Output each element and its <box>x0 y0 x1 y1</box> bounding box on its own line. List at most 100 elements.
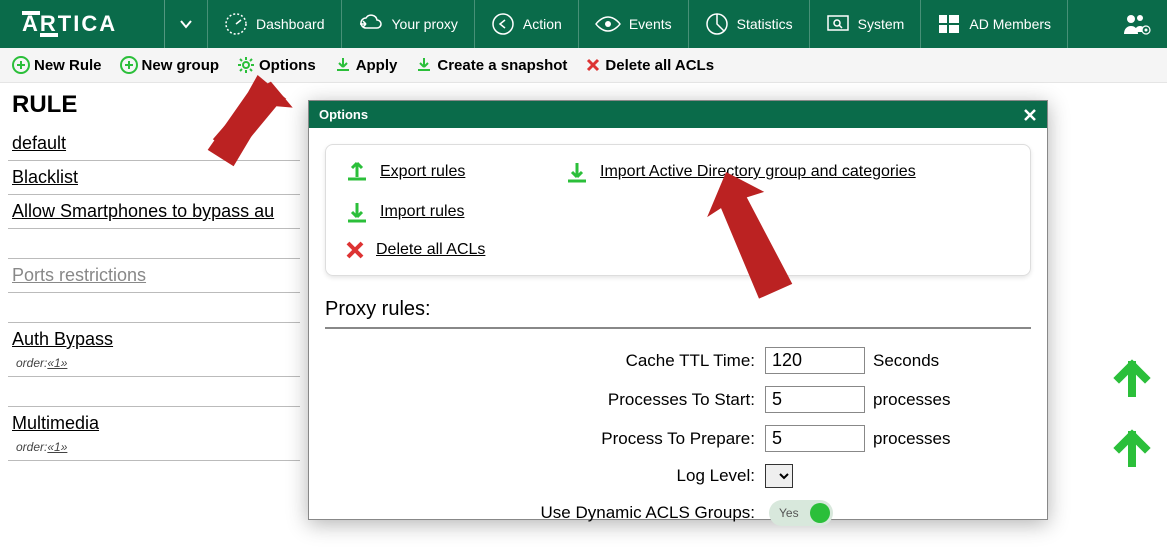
multimedia-link[interactable]: Multimedia <box>8 407 300 440</box>
cache-ttl-label: Cache TTL Time: <box>325 351 765 371</box>
cache-ttl-unit: Seconds <box>873 351 939 371</box>
nav-ad-members-label: AD Members <box>969 16 1051 32</box>
modal-title: Options <box>319 107 368 122</box>
acl-toolbar: New Rule New group Options Apply Create … <box>0 48 1167 83</box>
arrow-up-icon[interactable] <box>1111 355 1153 397</box>
modal-body: Export rules Import Active Directory gro… <box>309 128 1047 554</box>
new-rule-label: New Rule <box>34 57 102 74</box>
proc-prepare-input[interactable] <box>765 425 865 452</box>
new-rule-button[interactable]: New Rule <box>12 56 102 74</box>
new-group-label: New group <box>142 57 220 74</box>
delete-all-button[interactable]: Delete all ACLs <box>585 57 714 74</box>
users-gear-icon <box>1123 12 1151 36</box>
ports-link[interactable]: Ports restrictions <box>8 259 300 292</box>
proc-start-row: Processes To Start: processes <box>325 386 1031 413</box>
download-icon <box>334 56 352 74</box>
rule-link[interactable]: Blacklist <box>8 161 300 194</box>
auth-bypass-link[interactable]: Auth Bypass <box>8 323 300 356</box>
cache-ttl-row: Cache TTL Time: Seconds <box>325 347 1031 374</box>
nav-action-label: Action <box>523 16 562 32</box>
toggle-knob <box>810 503 830 523</box>
order-note: order:«1» <box>8 356 300 376</box>
import-rules-label: Import rules <box>380 203 464 221</box>
artica-logo-icon: ARTICA <box>22 11 142 37</box>
proc-start-input[interactable] <box>765 386 865 413</box>
app-logo: ARTICA <box>0 0 165 48</box>
top-nav: ARTICA Dashboard Your proxy Action Event… <box>0 0 1167 48</box>
nav-system-label: System <box>858 16 905 32</box>
delete-acls-link[interactable]: Delete all ACLs <box>344 239 564 261</box>
windows-icon <box>937 12 961 36</box>
nav-events[interactable]: Events <box>579 0 689 48</box>
options-button[interactable]: Options <box>237 56 316 74</box>
proxy-rules-heading: Proxy rules: <box>325 298 1031 329</box>
gear-icon <box>237 56 255 74</box>
nav-statistics-label: Statistics <box>737 16 793 32</box>
rule-link[interactable]: Allow Smartphones to bypass au <box>8 195 300 228</box>
apply-label: Apply <box>356 57 398 74</box>
rule-link[interactable]: default <box>8 127 300 160</box>
proc-start-unit: processes <box>873 390 950 410</box>
delete-all-label: Delete all ACLs <box>605 57 714 74</box>
import-rules-link[interactable]: Import rules <box>344 199 564 225</box>
log-level-select[interactable] <box>765 464 793 488</box>
nav-chevron[interactable] <box>165 0 208 48</box>
export-rules-link[interactable]: Export rules <box>344 159 564 185</box>
monitor-search-icon <box>826 12 850 36</box>
nav-dashboard[interactable]: Dashboard <box>208 0 342 48</box>
pie-chart-icon <box>705 12 729 36</box>
snapshot-button[interactable]: Create a snapshot <box>415 56 567 74</box>
proc-prepare-row: Process To Prepare: processes <box>325 425 1031 452</box>
download-icon <box>344 199 370 225</box>
nav-events-label: Events <box>629 16 672 32</box>
proc-prepare-unit: processes <box>873 429 950 449</box>
proxy-rules-section: Proxy rules: Cache TTL Time: Seconds Pro… <box>325 298 1031 526</box>
chevron-down-icon <box>179 17 193 31</box>
apply-button[interactable]: Apply <box>334 56 398 74</box>
arrow-up-icon[interactable] <box>1111 425 1153 467</box>
log-level-row: Log Level: <box>325 464 1031 488</box>
nav-system[interactable]: System <box>810 0 922 48</box>
nav-ad-members[interactable]: AD Members <box>921 0 1068 48</box>
cloud-arrow-icon <box>358 14 384 34</box>
plus-circle-icon <box>12 56 30 74</box>
download-icon <box>415 56 433 74</box>
eye-icon <box>595 15 621 33</box>
proc-prepare-label: Process To Prepare: <box>325 429 765 449</box>
gauge-icon <box>224 12 248 36</box>
snapshot-label: Create a snapshot <box>437 57 567 74</box>
nav-proxy[interactable]: Your proxy <box>342 0 475 48</box>
modal-header[interactable]: Options <box>309 101 1047 128</box>
new-group-button[interactable]: New group <box>120 56 220 74</box>
download-icon <box>564 159 590 185</box>
nav-proxy-label: Your proxy <box>392 16 458 32</box>
log-level-label: Log Level: <box>325 466 765 486</box>
import-ad-label: Import Active Directory group and catego… <box>600 163 916 181</box>
x-icon <box>344 239 366 261</box>
toggle-label: Yes <box>779 506 799 520</box>
dyn-acls-row: Use Dynamic ACLS Groups: Yes <box>325 500 1031 526</box>
back-arrow-icon <box>491 12 515 36</box>
export-rules-label: Export rules <box>380 163 465 181</box>
delete-acls-label: Delete all ACLs <box>376 241 485 259</box>
dyn-acls-label: Use Dynamic ACLS Groups: <box>325 503 765 523</box>
plus-circle-icon <box>120 56 138 74</box>
nav-dashboard-label: Dashboard <box>256 16 325 32</box>
order-note: order:«1» <box>8 440 300 460</box>
rules-column: RULE default Blacklist Allow Smartphones… <box>0 83 308 465</box>
proc-start-label: Processes To Start: <box>325 390 765 410</box>
rules-heading: RULE <box>12 91 300 119</box>
x-icon <box>585 57 601 73</box>
nav-action[interactable]: Action <box>475 0 579 48</box>
close-icon[interactable] <box>1023 108 1037 122</box>
nav-statistics[interactable]: Statistics <box>689 0 810 48</box>
import-ad-link[interactable]: Import Active Directory group and catego… <box>564 159 1012 185</box>
options-label: Options <box>259 57 316 74</box>
nav-users-settings[interactable] <box>1107 0 1167 48</box>
reorder-arrows <box>1111 355 1153 467</box>
cache-ttl-input[interactable] <box>765 347 865 374</box>
options-modal: Options Export rules Import Active Direc… <box>308 100 1048 520</box>
dyn-acls-toggle[interactable]: Yes <box>769 500 833 526</box>
options-box: Export rules Import Active Directory gro… <box>325 144 1031 276</box>
upload-icon <box>344 159 370 185</box>
